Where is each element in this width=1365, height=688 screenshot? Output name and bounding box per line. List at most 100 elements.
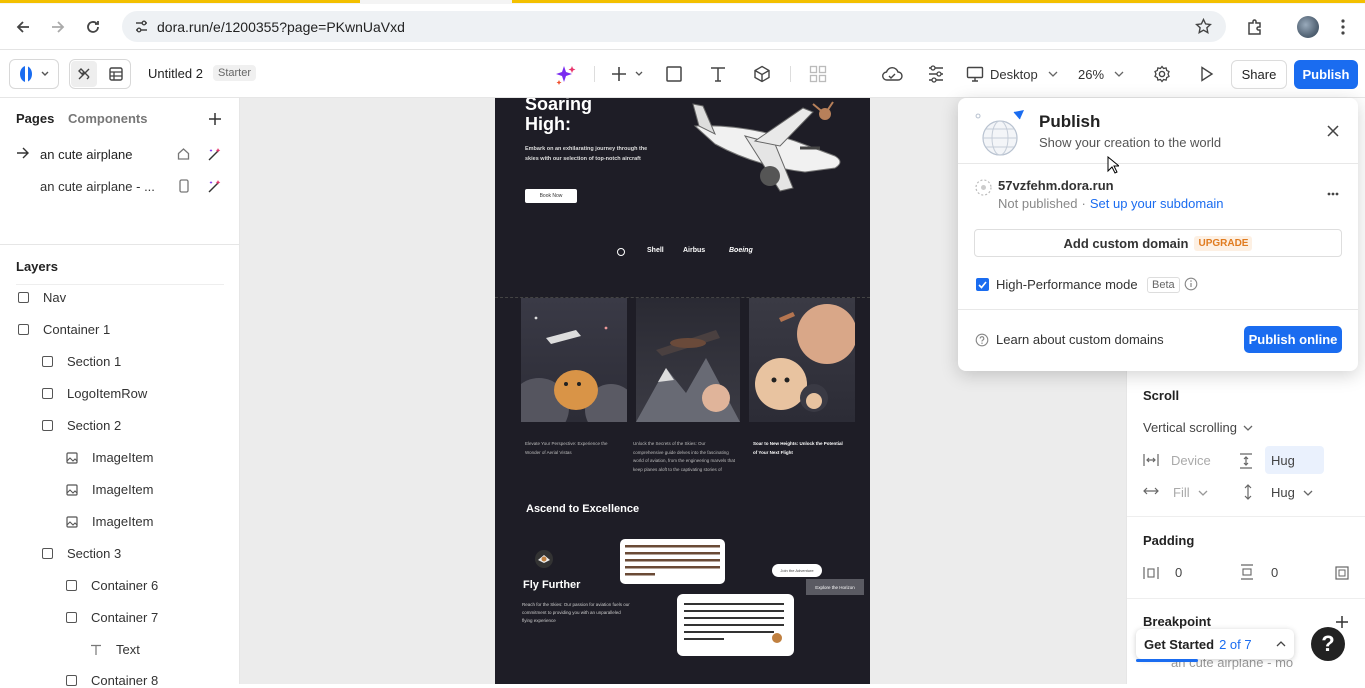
url-text: dora.run/e/1200355?page=PKwnUaVxd [157, 19, 405, 35]
hp-mode-label: High-Performance mode [996, 277, 1138, 292]
layer-item[interactable]: Container 8 [66, 673, 158, 688]
image-icon [66, 515, 78, 528]
book-now-button[interactable]: Book Now [525, 189, 577, 203]
reload-icon[interactable] [80, 14, 106, 40]
padding-individual-icon[interactable] [1335, 566, 1349, 583]
layer-item[interactable]: LogoItemRow [42, 386, 147, 401]
explore-horizon-button[interactable]: Explore the Horizon [806, 579, 864, 595]
image-card-seal[interactable] [521, 298, 627, 422]
breakpoint-title: Breakpoint [1143, 614, 1211, 629]
fly-title: Fly Further [523, 579, 581, 591]
layer-item[interactable]: Nav [18, 290, 66, 305]
app-menu-button[interactable] [9, 59, 59, 89]
learn-custom-domains-link[interactable]: Learn about custom domains [996, 332, 1164, 347]
high-performance-checkbox[interactable] [976, 278, 989, 291]
layer-item[interactable]: Section 3 [42, 546, 121, 561]
help-button[interactable]: ? [1311, 627, 1345, 661]
publish-popover: Publish Show your creation to the world … [958, 98, 1358, 371]
divider [958, 309, 1358, 310]
layer-label: LogoItemRow [67, 386, 148, 401]
layer-item[interactable]: Section 1 [42, 354, 121, 369]
frame-icon [18, 292, 29, 303]
add-page-icon[interactable] [208, 112, 222, 129]
layer-item[interactable]: ImageItem [66, 450, 153, 465]
address-bar[interactable]: dora.run/e/1200355?page=PKwnUaVxd [122, 11, 1226, 42]
image-card-moon[interactable] [749, 298, 855, 422]
bookmark-star-icon[interactable] [1195, 17, 1212, 38]
page-item-1[interactable]: an cute airplane [40, 147, 133, 162]
add-custom-domain-button[interactable]: Add custom domain UPGRADE [974, 229, 1342, 257]
publish-online-button[interactable]: Publish online [1244, 326, 1342, 353]
frame-icon [42, 356, 53, 367]
extensions-icon[interactable] [1242, 14, 1268, 40]
back-icon[interactable] [10, 14, 36, 40]
ai-page-icon[interactable] [207, 179, 222, 197]
layer-item[interactable]: ImageItem [66, 514, 153, 529]
hero-title-line: High: [525, 114, 571, 134]
close-icon[interactable] [1327, 125, 1339, 140]
profile-avatar[interactable] [1295, 14, 1321, 40]
help-circle-icon [975, 333, 989, 350]
hero-title-line: Soaring [525, 98, 593, 114]
text-tool-icon[interactable] [705, 61, 731, 87]
layer-item[interactable]: Container 7 [66, 610, 158, 625]
site-settings-icon[interactable] [134, 19, 149, 37]
tab-components[interactable]: Components [68, 111, 147, 126]
interactions-icon[interactable] [922, 61, 950, 87]
join-adventure-button[interactable]: Join the Adventure [772, 564, 822, 577]
height-hug-select[interactable]: Hug [1271, 485, 1313, 500]
image-card-mountain[interactable] [636, 298, 740, 422]
height-hug-field[interactable]: Hug [1265, 446, 1324, 474]
divider [1127, 516, 1365, 517]
layer-item[interactable]: ImageItem [66, 482, 153, 497]
device-width-label: Device [1171, 453, 1211, 468]
tab-pages[interactable]: Pages [16, 111, 54, 126]
layer-item[interactable]: Container 6 [66, 578, 158, 593]
layer-label: Section 2 [67, 418, 122, 433]
preview-play-icon[interactable] [1194, 61, 1220, 87]
more-options-icon[interactable] [1327, 184, 1339, 199]
layer-item[interactable]: Text [90, 642, 140, 657]
scroll-select[interactable]: Vertical scrolling [1143, 420, 1253, 435]
layer-item[interactable]: Section 2 [42, 418, 121, 433]
padding-vertical-value[interactable]: 0 [1271, 565, 1278, 580]
zoom-select[interactable]: 26% [1078, 61, 1126, 87]
upgrade-badge: UPGRADE [1194, 235, 1253, 251]
width-fill-select[interactable]: Fill [1173, 485, 1208, 500]
components-icon[interactable] [805, 61, 831, 87]
hug-value: Hug [1271, 452, 1295, 468]
device-select[interactable]: Desktop [966, 61, 1058, 87]
cloud-sync-icon[interactable] [878, 61, 906, 87]
page-frame[interactable]: Soaring High: Embark on an exhilarating … [495, 98, 870, 684]
left-panel: Pages Components an cute airplane an cut… [0, 98, 240, 688]
vertical-resize-icon [1242, 484, 1254, 503]
domain-status-icon [975, 179, 992, 199]
project-name[interactable]: Untitled 2 [148, 66, 203, 81]
get-started-widget[interactable]: Get Started 2 of 7 [1136, 629, 1294, 659]
design-mode-icon[interactable] [71, 61, 97, 87]
page-item-2[interactable]: an cute airplane - ... [40, 179, 155, 194]
layer-item[interactable]: Container 1 [18, 322, 110, 337]
frame-tool-icon[interactable] [661, 61, 687, 87]
share-button[interactable]: Share [1231, 60, 1287, 89]
forward-icon[interactable] [45, 14, 71, 40]
publish-button[interactable]: Publish [1294, 60, 1358, 89]
publish-globe-icon [974, 108, 1032, 161]
ai-page-icon[interactable] [207, 147, 222, 165]
get-started-progress-bar [1136, 659, 1198, 662]
ai-sparkle-icon[interactable] [552, 61, 580, 89]
padding-horizontal-icon [1143, 566, 1159, 583]
divider [958, 163, 1358, 164]
insert-menu-icon[interactable] [608, 61, 646, 87]
settings-gear-icon[interactable] [1148, 61, 1176, 87]
layer-label: ImageItem [92, 450, 154, 465]
info-icon[interactable] [1184, 277, 1198, 294]
bird-avatar [535, 550, 553, 568]
padding-horizontal-value[interactable]: 0 [1175, 565, 1182, 580]
setup-subdomain-link[interactable]: Set up your subdomain [1090, 196, 1224, 211]
cms-mode-icon[interactable] [103, 61, 129, 87]
3d-object-icon[interactable] [749, 61, 775, 87]
frame-icon [42, 388, 53, 399]
frame-icon [66, 675, 77, 686]
browser-menu-icon[interactable] [1330, 14, 1356, 40]
